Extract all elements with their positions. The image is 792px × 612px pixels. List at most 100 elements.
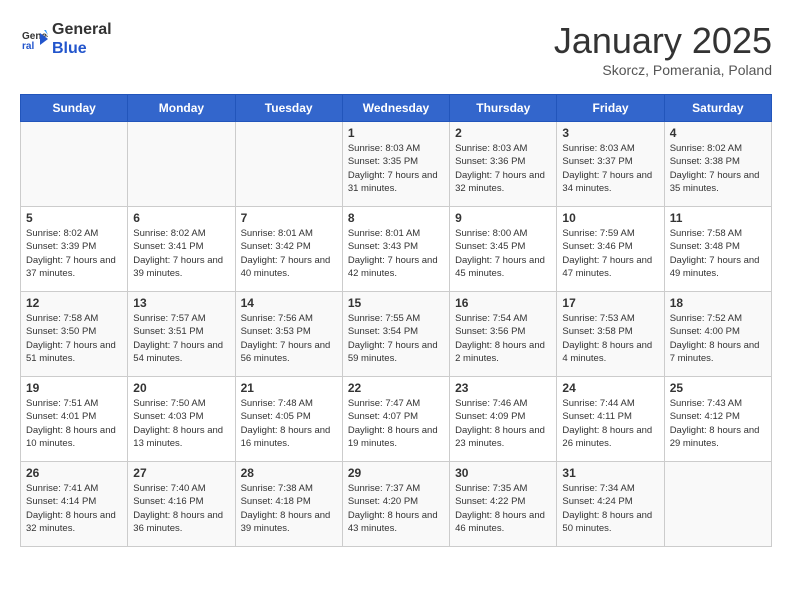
cell-content: Sunrise: 7:34 AM Sunset: 4:24 PM Dayligh…: [562, 482, 658, 535]
day-number: 15: [348, 296, 444, 310]
calendar-cell: [21, 122, 128, 207]
cell-content: Sunrise: 7:52 AM Sunset: 4:00 PM Dayligh…: [670, 312, 766, 365]
cell-content: Sunrise: 7:37 AM Sunset: 4:20 PM Dayligh…: [348, 482, 444, 535]
week-row-1: 1 Sunrise: 8:03 AM Sunset: 3:35 PM Daylig…: [21, 122, 772, 207]
calendar-cell: 29 Sunrise: 7:37 AM Sunset: 4:20 PM Dayli…: [342, 462, 449, 547]
calendar-cell: 23 Sunrise: 7:46 AM Sunset: 4:09 PM Dayli…: [450, 377, 557, 462]
cell-content: Sunrise: 7:48 AM Sunset: 4:05 PM Dayligh…: [241, 397, 337, 450]
logo-general: General: [52, 21, 112, 38]
day-number: 13: [133, 296, 229, 310]
day-number: 24: [562, 381, 658, 395]
day-number: 1: [348, 126, 444, 140]
calendar-cell: 10Sunrise: 7:59 AM Sunset: 3:46 PM Dayli…: [557, 207, 664, 292]
day-number: 8: [348, 211, 444, 225]
day-header-saturday: Saturday: [664, 95, 771, 122]
calendar-cell: 13 Sunrise: 7:57 AM Sunset: 3:51 PM Dayli…: [128, 292, 235, 377]
day-number: 14: [241, 296, 337, 310]
week-row-5: 26 Sunrise: 7:41 AM Sunset: 4:14 PM Dayli…: [21, 462, 772, 547]
day-number: 17: [562, 296, 658, 310]
page-header: Gene- ral General Blue January 2025 Skor…: [20, 20, 772, 78]
day-number: 11: [670, 211, 766, 225]
svg-text:ral: ral: [22, 41, 34, 52]
day-number: 19: [26, 381, 122, 395]
day-number: 6: [133, 211, 229, 225]
cell-content: Sunrise: 7:43 AM Sunset: 4:12 PM Dayligh…: [670, 397, 766, 450]
cell-content: Sunrise: 8:01 AM Sunset: 3:43 PM Dayligh…: [348, 227, 444, 280]
day-number: 30: [455, 466, 551, 480]
calendar-cell: 14 Sunrise: 7:56 AM Sunset: 3:53 PM Dayli…: [235, 292, 342, 377]
cell-content: Sunrise: 7:57 AM Sunset: 3:51 PM Dayligh…: [133, 312, 229, 365]
day-number: 4: [670, 126, 766, 140]
day-number: 26: [26, 466, 122, 480]
cell-content: Sunrise: 7:58 AM Sunset: 3:48 PM Dayligh…: [670, 227, 766, 280]
calendar-cell: 16Sunrise: 7:54 AM Sunset: 3:56 PM Dayli…: [450, 292, 557, 377]
day-number: 25: [670, 381, 766, 395]
calendar-cell: 9 Sunrise: 8:00 AM Sunset: 3:45 PM Daylig…: [450, 207, 557, 292]
day-header-wednesday: Wednesday: [342, 95, 449, 122]
day-number: 18: [670, 296, 766, 310]
cell-content: Sunrise: 8:00 AM Sunset: 3:45 PM Dayligh…: [455, 227, 551, 280]
cell-content: Sunrise: 7:47 AM Sunset: 4:07 PM Dayligh…: [348, 397, 444, 450]
logo: Gene- ral General Blue: [20, 20, 112, 58]
cell-content: Sunrise: 7:51 AM Sunset: 4:01 PM Dayligh…: [26, 397, 122, 450]
calendar-cell: 18 Sunrise: 7:52 AM Sunset: 4:00 PM Dayli…: [664, 292, 771, 377]
cell-content: Sunrise: 7:44 AM Sunset: 4:11 PM Dayligh…: [562, 397, 658, 450]
day-number: 20: [133, 381, 229, 395]
calendar-cell: 6 Sunrise: 8:02 AM Sunset: 3:41 PM Daylig…: [128, 207, 235, 292]
day-number: 29: [348, 466, 444, 480]
calendar-cell: 22Sunrise: 7:47 AM Sunset: 4:07 PM Dayli…: [342, 377, 449, 462]
calendar-cell: 7 Sunrise: 8:01 AM Sunset: 3:42 PM Daylig…: [235, 207, 342, 292]
cell-content: Sunrise: 7:35 AM Sunset: 4:22 PM Dayligh…: [455, 482, 551, 535]
cell-content: Sunrise: 7:53 AM Sunset: 3:58 PM Dayligh…: [562, 312, 658, 365]
calendar-header-row: SundayMondayTuesdayWednesdayThursdayFrid…: [21, 95, 772, 122]
calendar-cell: [128, 122, 235, 207]
day-header-sunday: Sunday: [21, 95, 128, 122]
day-header-thursday: Thursday: [450, 95, 557, 122]
cell-content: Sunrise: 8:02 AM Sunset: 3:41 PM Dayligh…: [133, 227, 229, 280]
day-number: 7: [241, 211, 337, 225]
calendar-cell: 4Sunrise: 8:02 AM Sunset: 3:38 PM Daylig…: [664, 122, 771, 207]
calendar-cell: 1 Sunrise: 8:03 AM Sunset: 3:35 PM Daylig…: [342, 122, 449, 207]
cell-content: Sunrise: 8:03 AM Sunset: 3:35 PM Dayligh…: [348, 142, 444, 195]
calendar-cell: 24 Sunrise: 7:44 AM Sunset: 4:11 PM Dayli…: [557, 377, 664, 462]
day-header-monday: Monday: [128, 95, 235, 122]
cell-content: Sunrise: 7:41 AM Sunset: 4:14 PM Dayligh…: [26, 482, 122, 535]
calendar-cell: 19 Sunrise: 7:51 AM Sunset: 4:01 PM Dayli…: [21, 377, 128, 462]
cell-content: Sunrise: 8:01 AM Sunset: 3:42 PM Dayligh…: [241, 227, 337, 280]
calendar-cell: 17 Sunrise: 7:53 AM Sunset: 3:58 PM Dayli…: [557, 292, 664, 377]
title-block: January 2025 Skorcz, Pomerania, Poland: [554, 20, 772, 78]
cell-content: Sunrise: 7:38 AM Sunset: 4:18 PM Dayligh…: [241, 482, 337, 535]
day-number: 3: [562, 126, 658, 140]
cell-content: Sunrise: 7:55 AM Sunset: 3:54 PM Dayligh…: [348, 312, 444, 365]
cell-content: Sunrise: 7:58 AM Sunset: 3:50 PM Dayligh…: [26, 312, 122, 365]
day-number: 28: [241, 466, 337, 480]
calendar-cell: 15 Sunrise: 7:55 AM Sunset: 3:54 PM Dayli…: [342, 292, 449, 377]
day-number: 2: [455, 126, 551, 140]
cell-content: Sunrise: 8:02 AM Sunset: 3:39 PM Dayligh…: [26, 227, 122, 280]
calendar-cell: 20 Sunrise: 7:50 AM Sunset: 4:03 PM Dayli…: [128, 377, 235, 462]
cell-content: Sunrise: 7:50 AM Sunset: 4:03 PM Dayligh…: [133, 397, 229, 450]
logo-icon: Gene- ral: [20, 25, 48, 53]
calendar-cell: 30 Sunrise: 7:35 AM Sunset: 4:22 PM Dayli…: [450, 462, 557, 547]
calendar-cell: 26 Sunrise: 7:41 AM Sunset: 4:14 PM Dayli…: [21, 462, 128, 547]
calendar-cell: 8 Sunrise: 8:01 AM Sunset: 3:43 PM Daylig…: [342, 207, 449, 292]
calendar-cell: 21Sunrise: 7:48 AM Sunset: 4:05 PM Dayli…: [235, 377, 342, 462]
cell-content: Sunrise: 7:56 AM Sunset: 3:53 PM Dayligh…: [241, 312, 337, 365]
week-row-2: 5Sunrise: 8:02 AM Sunset: 3:39 PM Daylig…: [21, 207, 772, 292]
cell-content: Sunrise: 7:46 AM Sunset: 4:09 PM Dayligh…: [455, 397, 551, 450]
cell-content: Sunrise: 7:40 AM Sunset: 4:16 PM Dayligh…: [133, 482, 229, 535]
calendar-cell: 5Sunrise: 8:02 AM Sunset: 3:39 PM Daylig…: [21, 207, 128, 292]
day-number: 9: [455, 211, 551, 225]
calendar-cell: 12Sunrise: 7:58 AM Sunset: 3:50 PM Dayli…: [21, 292, 128, 377]
calendar-cell: 27 Sunrise: 7:40 AM Sunset: 4:16 PM Dayli…: [128, 462, 235, 547]
day-header-friday: Friday: [557, 95, 664, 122]
day-number: 27: [133, 466, 229, 480]
calendar-cell: 31 Sunrise: 7:34 AM Sunset: 4:24 PM Dayli…: [557, 462, 664, 547]
day-number: 23: [455, 381, 551, 395]
day-number: 31: [562, 466, 658, 480]
cell-content: Sunrise: 7:54 AM Sunset: 3:56 PM Dayligh…: [455, 312, 551, 365]
week-row-4: 19 Sunrise: 7:51 AM Sunset: 4:01 PM Dayli…: [21, 377, 772, 462]
calendar-cell: 11 Sunrise: 7:58 AM Sunset: 3:48 PM Dayli…: [664, 207, 771, 292]
calendar-cell: [664, 462, 771, 547]
day-number: 10: [562, 211, 658, 225]
